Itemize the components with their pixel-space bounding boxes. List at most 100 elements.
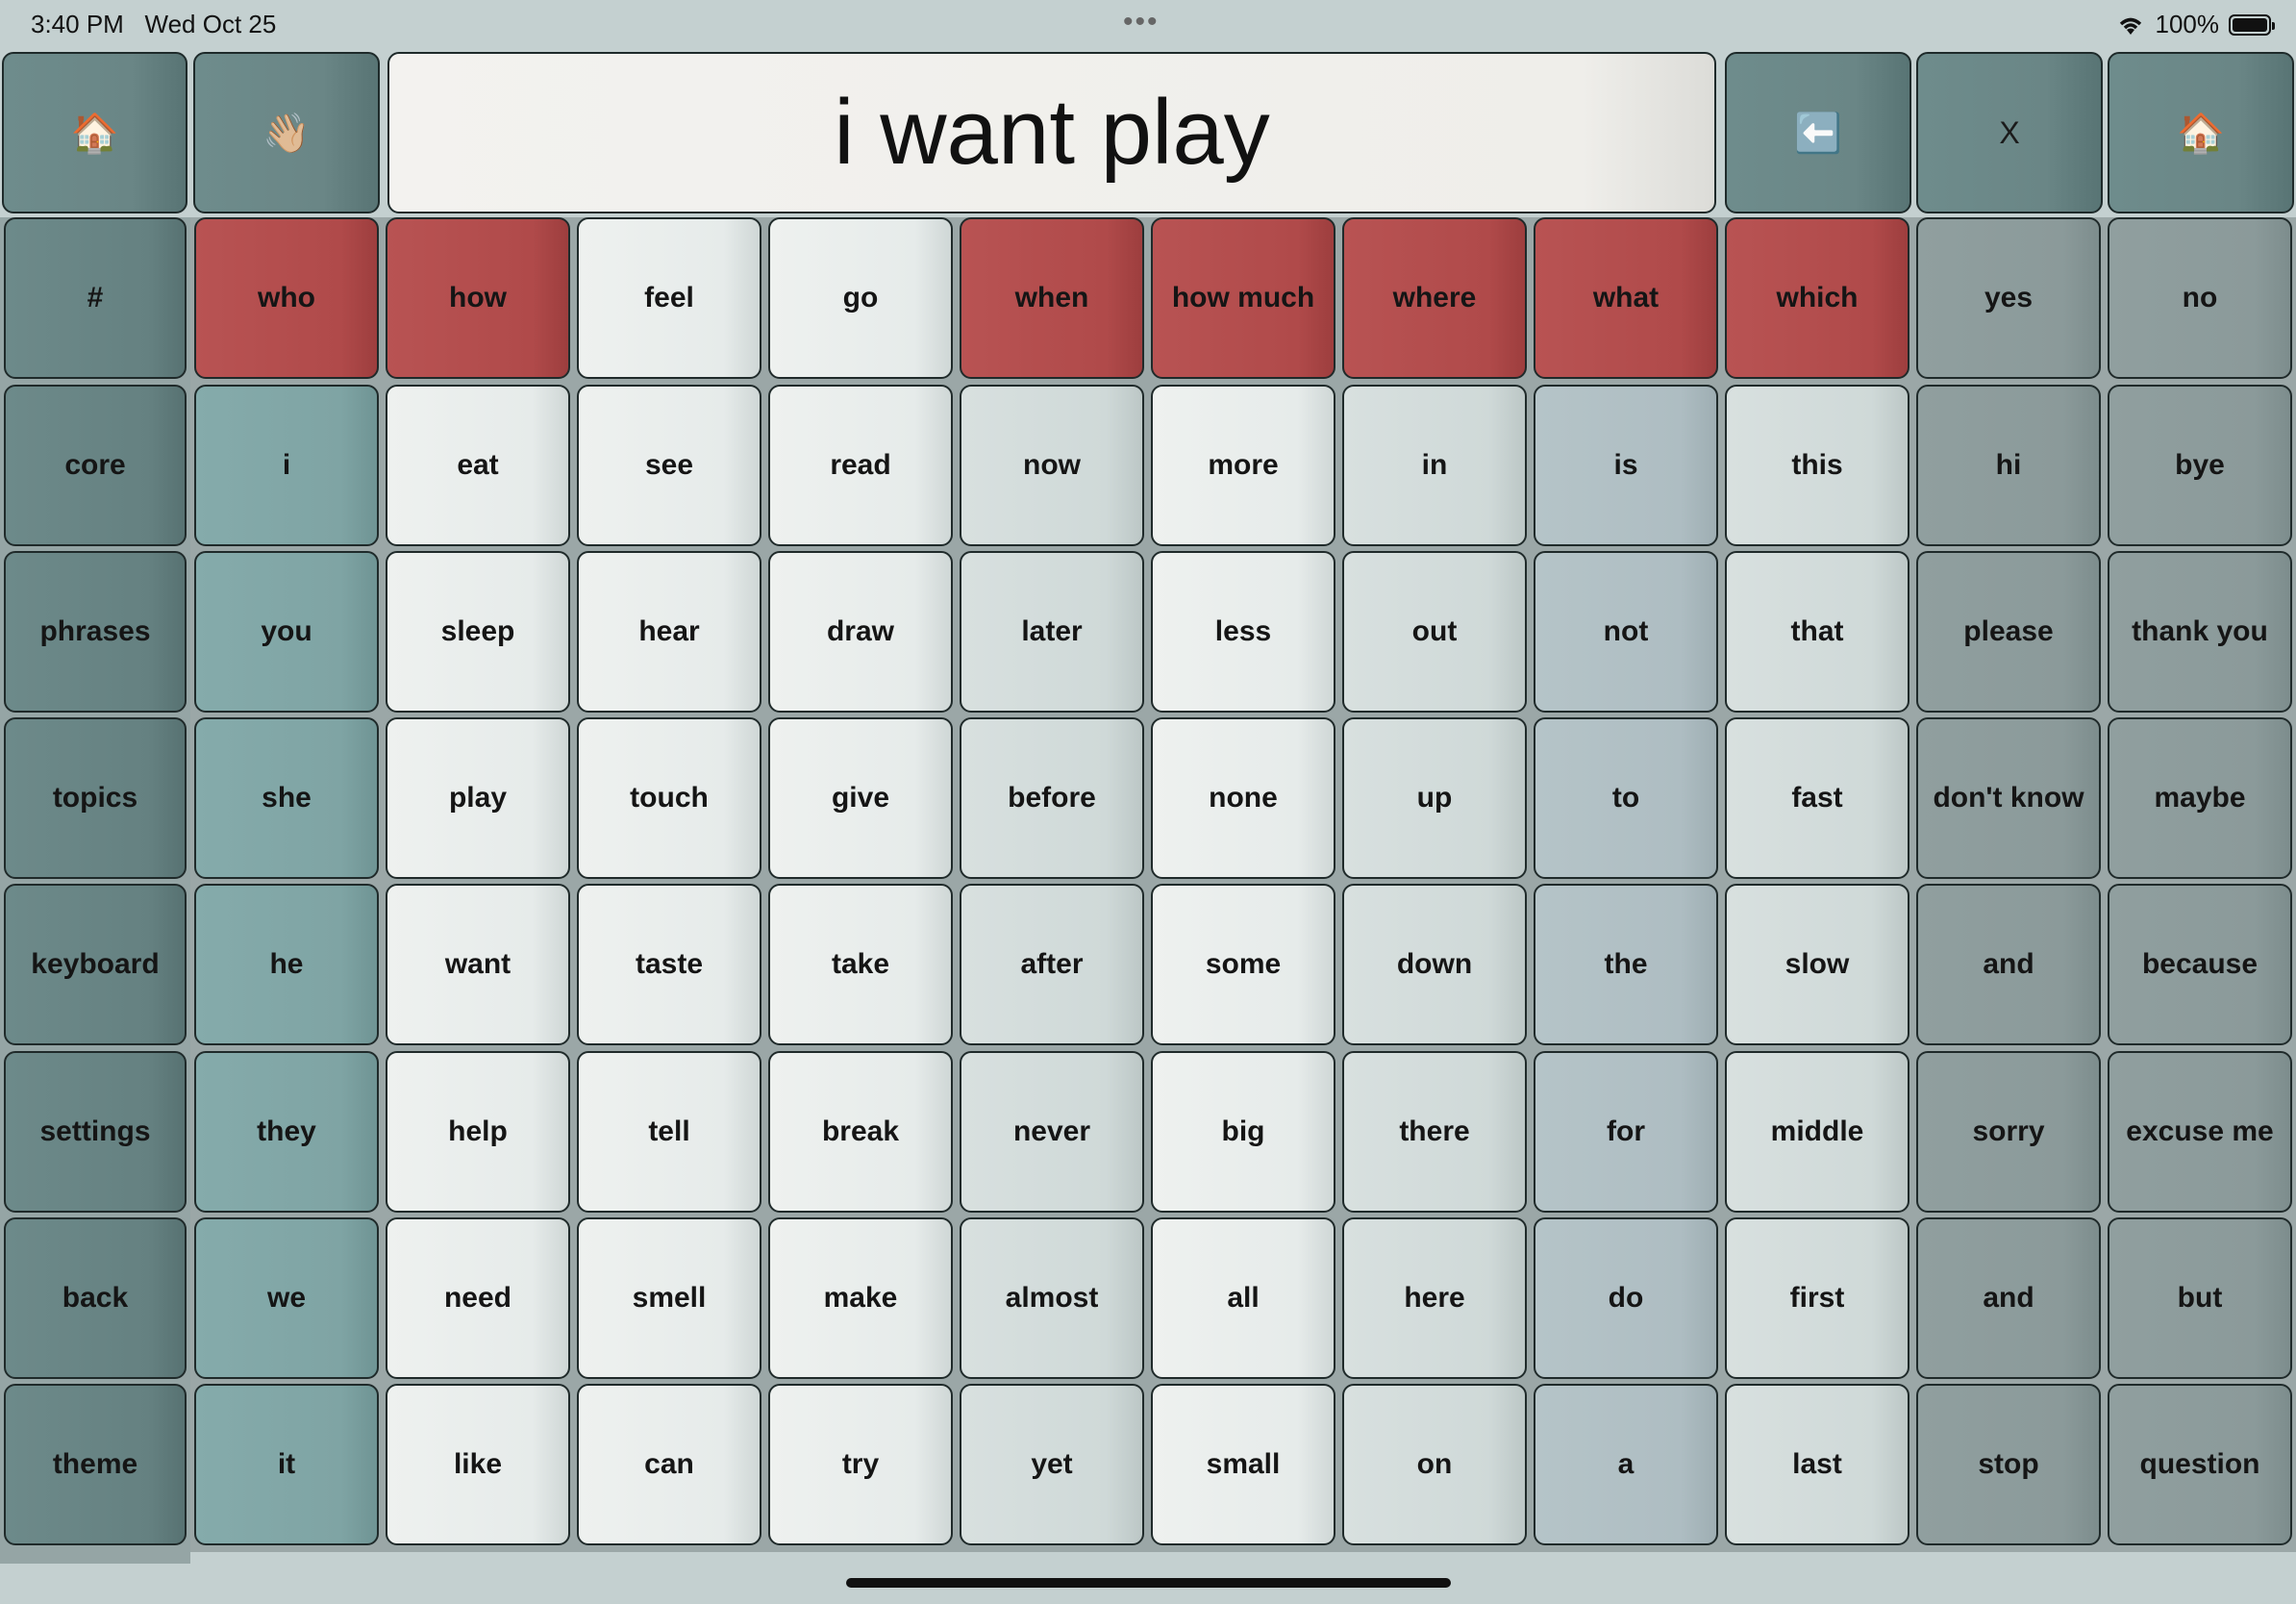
word-button-after[interactable]: after — [960, 884, 1144, 1045]
word-button-some[interactable]: some — [1151, 884, 1335, 1045]
word-button-draw[interactable]: draw — [768, 551, 953, 713]
word-button-touch[interactable]: touch — [577, 717, 761, 879]
word-button-she[interactable]: she — [194, 717, 379, 879]
word-button-can[interactable]: can — [577, 1384, 761, 1545]
word-button-don-t-know[interactable]: don't know — [1916, 717, 2101, 879]
backspace-button[interactable]: ⬅️ — [1725, 52, 1911, 213]
wave-button[interactable]: 👋🏼 — [193, 52, 380, 213]
word-button-is[interactable]: is — [1534, 385, 1718, 546]
word-button-less[interactable]: less — [1151, 551, 1335, 713]
word-button-small[interactable]: small — [1151, 1384, 1335, 1545]
word-button-what[interactable]: what — [1534, 217, 1718, 379]
word-button-and[interactable]: and — [1916, 884, 2101, 1045]
word-button-up[interactable]: up — [1342, 717, 1527, 879]
word-button-before[interactable]: before — [960, 717, 1144, 879]
word-button-bye[interactable]: bye — [2108, 385, 2292, 546]
sidebar-item-settings[interactable]: settings — [4, 1051, 187, 1213]
word-button-to[interactable]: to — [1534, 717, 1718, 879]
word-button-maybe[interactable]: maybe — [2108, 717, 2292, 879]
multitasking-dots-icon[interactable]: ••• — [1123, 6, 1160, 38]
word-button-big[interactable]: big — [1151, 1051, 1335, 1213]
word-button-yet[interactable]: yet — [960, 1384, 1144, 1545]
word-button-how[interactable]: how — [386, 217, 570, 379]
word-button-smell[interactable]: smell — [577, 1217, 761, 1379]
word-button-thank-you[interactable]: thank you — [2108, 551, 2292, 713]
word-button-play[interactable]: play — [386, 717, 570, 879]
word-button-i[interactable]: i — [194, 385, 379, 546]
word-button-want[interactable]: want — [386, 884, 570, 1045]
word-button-first[interactable]: first — [1725, 1217, 1909, 1379]
sidebar-item-hash[interactable]: # — [4, 217, 187, 379]
word-button-for[interactable]: for — [1534, 1051, 1718, 1213]
word-button-tell[interactable]: tell — [577, 1051, 761, 1213]
word-button-yes[interactable]: yes — [1916, 217, 2101, 379]
word-button-try[interactable]: try — [768, 1384, 953, 1545]
word-button-there[interactable]: there — [1342, 1051, 1527, 1213]
word-button-but[interactable]: but — [2108, 1217, 2292, 1379]
word-button-which[interactable]: which — [1725, 217, 1909, 379]
word-button-in[interactable]: in — [1342, 385, 1527, 546]
word-button-hi[interactable]: hi — [1916, 385, 2101, 546]
message-bar[interactable]: i want play — [387, 52, 1716, 213]
word-button-last[interactable]: last — [1725, 1384, 1909, 1545]
word-button-feel[interactable]: feel — [577, 217, 761, 379]
home-indicator[interactable] — [846, 1578, 1451, 1588]
word-button-when[interactable]: when — [960, 217, 1144, 379]
word-button-fast[interactable]: fast — [1725, 717, 1909, 879]
word-button-a[interactable]: a — [1534, 1384, 1718, 1545]
word-button-go[interactable]: go — [768, 217, 953, 379]
word-button-out[interactable]: out — [1342, 551, 1527, 713]
word-button-give[interactable]: give — [768, 717, 953, 879]
word-button-now[interactable]: now — [960, 385, 1144, 546]
word-button-take[interactable]: take — [768, 884, 953, 1045]
word-button-none[interactable]: none — [1151, 717, 1335, 879]
word-button-more[interactable]: more — [1151, 385, 1335, 546]
word-button-it[interactable]: it — [194, 1384, 379, 1545]
word-button-stop[interactable]: stop — [1916, 1384, 2101, 1545]
word-button-break[interactable]: break — [768, 1051, 953, 1213]
word-button-excuse-me[interactable]: excuse me — [2108, 1051, 2292, 1213]
word-button-make[interactable]: make — [768, 1217, 953, 1379]
sidebar-item-core[interactable]: core — [4, 385, 187, 546]
word-button-they[interactable]: they — [194, 1051, 379, 1213]
word-button-who[interactable]: who — [194, 217, 379, 379]
sidebar-item-back[interactable]: back — [4, 1217, 187, 1379]
word-button-you[interactable]: you — [194, 551, 379, 713]
word-button-taste[interactable]: taste — [577, 884, 761, 1045]
word-button-that[interactable]: that — [1725, 551, 1909, 713]
word-button-like[interactable]: like — [386, 1384, 570, 1545]
word-button-all[interactable]: all — [1151, 1217, 1335, 1379]
sidebar-item-keyboard[interactable]: keyboard — [4, 884, 187, 1045]
home-button-left[interactable]: 🏠 — [2, 52, 187, 213]
word-button-and[interactable]: and — [1916, 1217, 2101, 1379]
word-button-middle[interactable]: middle — [1725, 1051, 1909, 1213]
word-button-read[interactable]: read — [768, 385, 953, 546]
word-button-where[interactable]: where — [1342, 217, 1527, 379]
word-button-because[interactable]: because — [2108, 884, 2292, 1045]
word-button-sleep[interactable]: sleep — [386, 551, 570, 713]
word-button-the[interactable]: the — [1534, 884, 1718, 1045]
word-button-later[interactable]: later — [960, 551, 1144, 713]
word-button-hear[interactable]: hear — [577, 551, 761, 713]
word-button-he[interactable]: he — [194, 884, 379, 1045]
word-button-question[interactable]: question — [2108, 1384, 2292, 1545]
clear-button[interactable]: X — [1916, 52, 2103, 213]
word-button-eat[interactable]: eat — [386, 385, 570, 546]
word-button-sorry[interactable]: sorry — [1916, 1051, 2101, 1213]
word-button-how-much[interactable]: how much — [1151, 217, 1335, 379]
word-button-help[interactable]: help — [386, 1051, 570, 1213]
sidebar-item-phrases[interactable]: phrases — [4, 551, 187, 713]
word-button-not[interactable]: not — [1534, 551, 1718, 713]
word-button-here[interactable]: here — [1342, 1217, 1527, 1379]
word-button-slow[interactable]: slow — [1725, 884, 1909, 1045]
word-button-almost[interactable]: almost — [960, 1217, 1144, 1379]
word-button-never[interactable]: never — [960, 1051, 1144, 1213]
word-button-see[interactable]: see — [577, 385, 761, 546]
word-button-down[interactable]: down — [1342, 884, 1527, 1045]
word-button-this[interactable]: this — [1725, 385, 1909, 546]
word-button-need[interactable]: need — [386, 1217, 570, 1379]
word-button-we[interactable]: we — [194, 1217, 379, 1379]
sidebar-item-topics[interactable]: topics — [4, 717, 187, 879]
home-button-right[interactable]: 🏠 — [2108, 52, 2294, 213]
word-button-please[interactable]: please — [1916, 551, 2101, 713]
